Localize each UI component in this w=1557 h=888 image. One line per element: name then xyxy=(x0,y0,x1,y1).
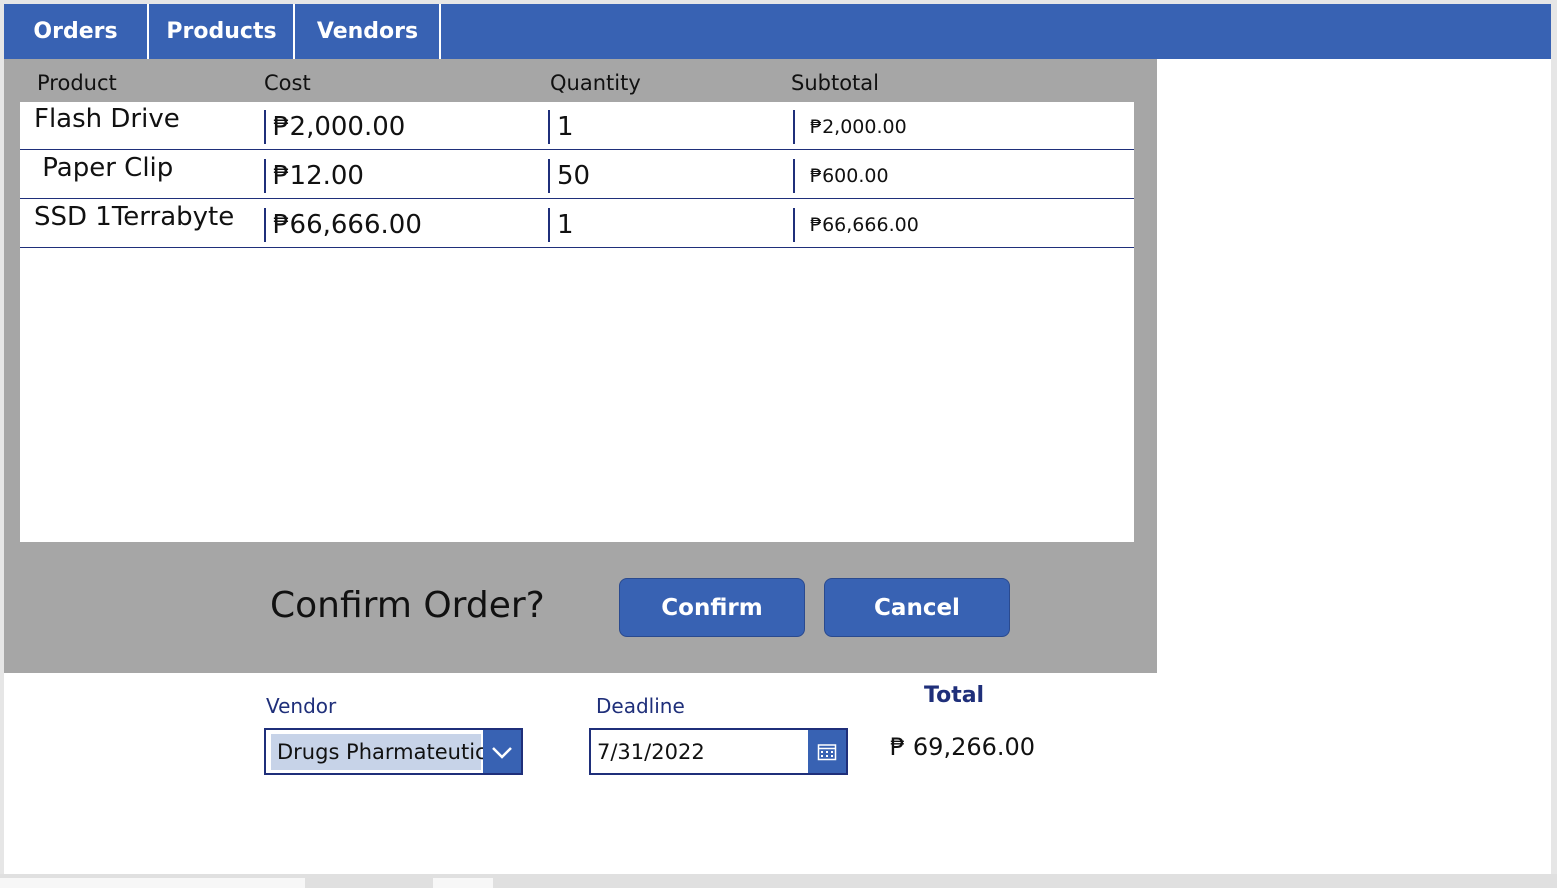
table-row[interactable]: Flash Drive ₱2,000.00 1 ₱2,000.00 xyxy=(20,102,1134,150)
table-row[interactable]: Paper Clip ₱12.00 50 ₱600.00 xyxy=(20,151,1134,199)
chevron-down-icon[interactable] xyxy=(483,730,521,773)
subtotal-field[interactable]: ₱66,666.00 xyxy=(793,208,919,242)
product-name: SSD 1Terrabyte xyxy=(34,202,235,232)
product-name: Flash Drive xyxy=(34,104,180,134)
cost-field[interactable]: ₱2,000.00 xyxy=(264,110,405,144)
subtotal-field[interactable]: ₱600.00 xyxy=(793,159,889,193)
vendor-label: Vendor xyxy=(266,694,337,718)
cost-field[interactable]: ₱12.00 xyxy=(264,159,364,193)
cost-field[interactable]: ₱66,666.00 xyxy=(264,208,422,242)
product-name: Paper Clip xyxy=(34,153,174,183)
tab-products[interactable]: Products xyxy=(150,4,295,59)
quantity-field[interactable]: 1 xyxy=(548,110,574,144)
order-items-gallery[interactable]: Flash Drive ₱2,000.00 1 ₱2,000.00 Paper … xyxy=(20,102,1134,542)
column-header-subtotal: Subtotal xyxy=(791,71,879,95)
column-header-cost: Cost xyxy=(264,71,311,95)
deadline-date-value[interactable]: 7/31/2022 xyxy=(597,730,705,773)
tab-orders[interactable]: Orders xyxy=(4,4,149,59)
bottom-status-strip xyxy=(0,874,1557,888)
column-header-quantity: Quantity xyxy=(550,71,641,95)
total-value: ₱ 69,266.00 xyxy=(890,733,1036,761)
quantity-field[interactable]: 50 xyxy=(548,159,590,193)
subtotal-field[interactable]: ₱2,000.00 xyxy=(793,110,907,144)
column-header-product: Product xyxy=(37,71,117,95)
cancel-button[interactable]: Cancel xyxy=(824,578,1010,637)
confirm-order-dialog: Product Cost Quantity Subtotal Flash Dri… xyxy=(4,59,1157,673)
calendar-icon[interactable] xyxy=(808,730,846,773)
total-label: Total xyxy=(924,683,985,708)
vendor-dropdown[interactable]: Drugs Pharmateutical xyxy=(264,728,523,775)
bottom-strip-segment xyxy=(433,878,493,888)
bottom-strip-segment xyxy=(0,878,305,888)
deadline-label: Deadline xyxy=(596,694,685,718)
tab-vendors[interactable]: Vendors xyxy=(296,4,441,59)
deadline-date-picker[interactable]: 7/31/2022 xyxy=(589,728,848,775)
confirm-order-question: Confirm Order? xyxy=(270,585,545,626)
table-row[interactable]: SSD 1Terrabyte ₱66,666.00 1 ₱66,666.00 xyxy=(20,200,1134,248)
app-screen: Orders Products Vendors Product Cost Qua… xyxy=(4,4,1551,874)
vendor-selected-value[interactable]: Drugs Pharmateutical xyxy=(271,734,505,770)
quantity-field[interactable]: 1 xyxy=(548,208,574,242)
confirm-button[interactable]: Confirm xyxy=(619,578,805,637)
top-navigation-bar: Orders Products Vendors xyxy=(4,4,1551,59)
